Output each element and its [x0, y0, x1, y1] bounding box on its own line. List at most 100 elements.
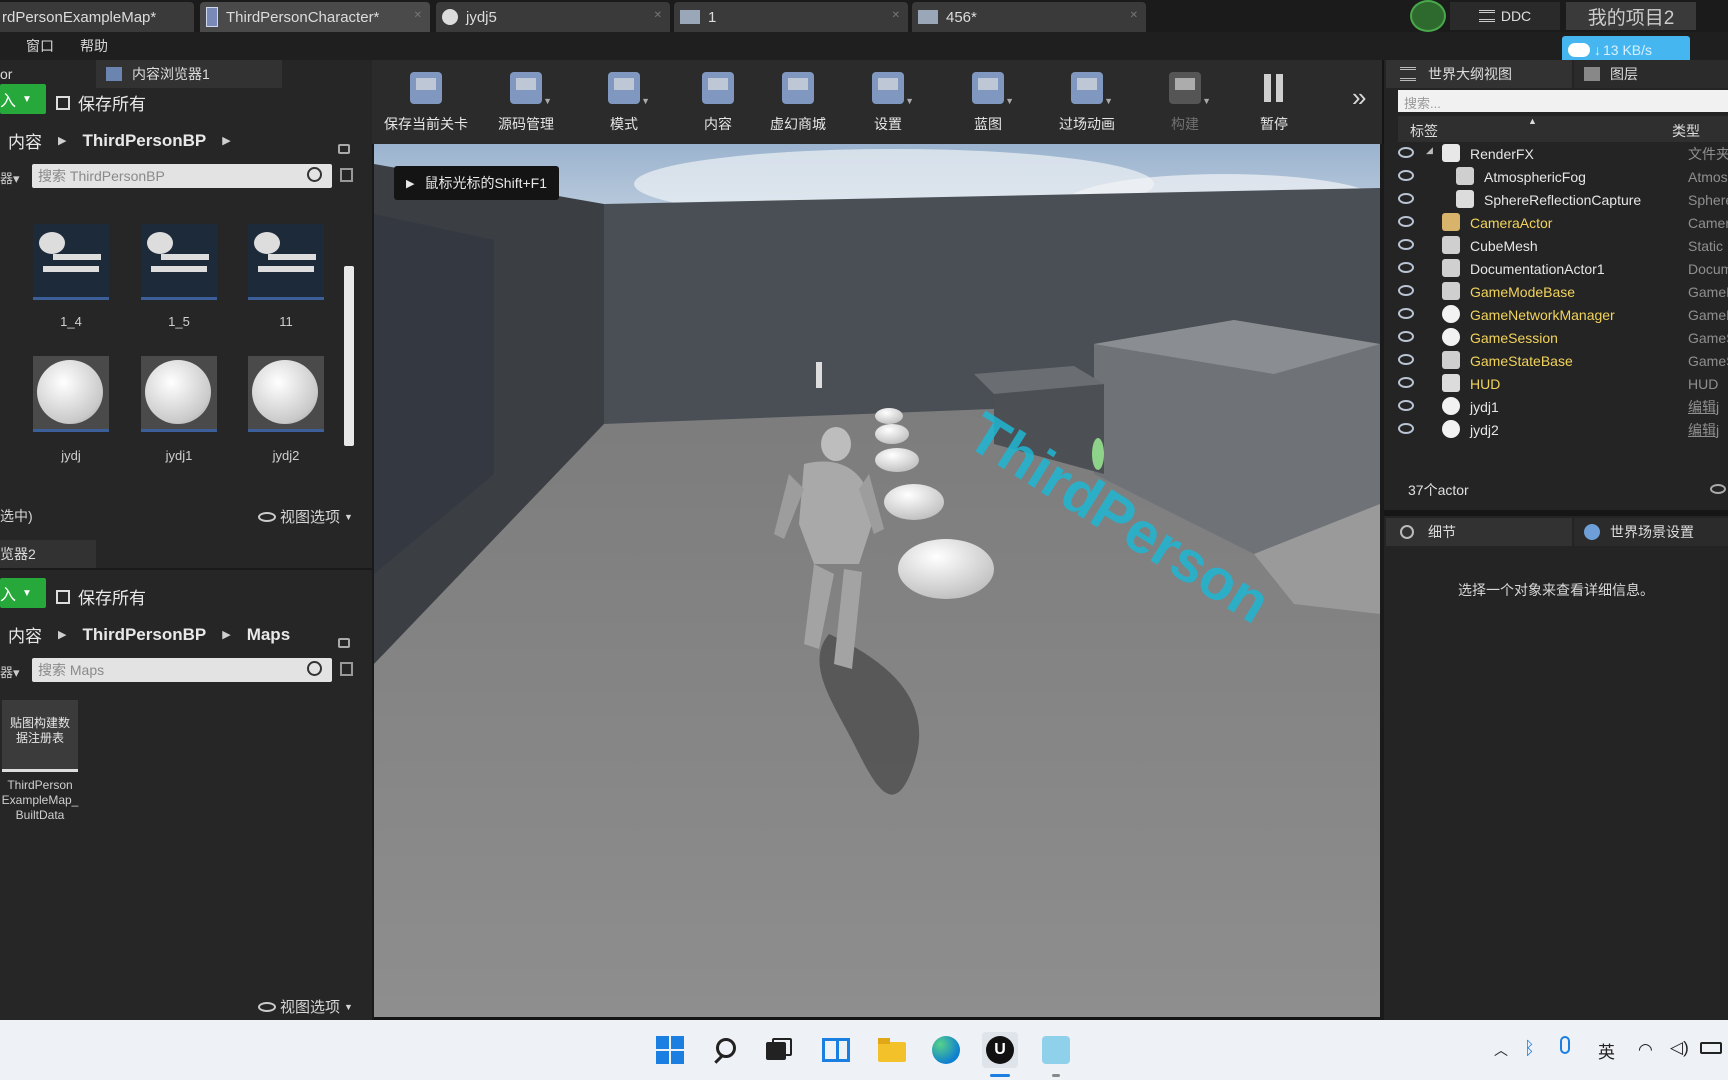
ddc-button[interactable]: DDC — [1450, 2, 1560, 30]
menu-window[interactable]: 窗口 — [26, 36, 54, 56]
scrollbar[interactable] — [344, 266, 354, 446]
search-icon[interactable] — [708, 1032, 744, 1068]
import-button[interactable]: 入 ▼ — [0, 84, 46, 114]
breadcrumb-item[interactable]: ThirdPersonBP — [82, 131, 206, 151]
windows-start-icon[interactable] — [652, 1032, 688, 1068]
menu-help[interactable]: 帮助 — [80, 36, 108, 56]
tab-content-browser-1[interactable]: 内容浏览器1 — [96, 60, 282, 88]
column-label[interactable]: 标签 — [1410, 121, 1438, 141]
chevron-down-icon[interactable]: ▼ — [543, 96, 552, 106]
anime-app-icon[interactable] — [1038, 1032, 1074, 1068]
tab-jydj5[interactable]: jydj5 ✕ — [436, 2, 670, 32]
eye-icon[interactable] — [1398, 377, 1414, 388]
toolbar-modes-button[interactable]: ▼ 模式 — [586, 60, 662, 144]
lock-icon[interactable] — [338, 638, 350, 648]
tab-world-outliner[interactable]: 世界大纲视图 — [1386, 60, 1572, 88]
outliner-row[interactable]: DocumentationActor1 Docum — [1384, 257, 1728, 280]
toolbar-cinematics-button[interactable]: ▼ 过场动画 — [1044, 60, 1130, 144]
battery-icon[interactable] — [1700, 1042, 1722, 1054]
edit-blueprint-link[interactable]: 编辑j — [1688, 397, 1719, 417]
chevron-down-icon[interactable]: ▼ — [1005, 96, 1014, 106]
column-type[interactable]: 类型 — [1672, 121, 1700, 141]
close-icon[interactable]: ✕ — [892, 10, 900, 21]
toolbar-content-button[interactable]: 内容 — [686, 60, 750, 144]
tab-layers[interactable]: 图层 — [1574, 60, 1728, 88]
outliner-row[interactable]: CubeMesh Static — [1384, 234, 1728, 257]
breadcrumb-item[interactable]: 内容 — [8, 128, 42, 153]
task-view-icon[interactable] — [760, 1032, 796, 1068]
toolbar-save-button[interactable]: 保存当前关卡 — [380, 60, 472, 144]
breadcrumb-item[interactable]: 内容 — [8, 622, 42, 647]
search-input[interactable]: 搜索 ThirdPersonBP — [32, 164, 332, 188]
chevron-up-icon[interactable]: ︿ — [1494, 1040, 1508, 1060]
toolbar-blueprint-button[interactable]: ▼ 蓝图 — [956, 60, 1020, 144]
close-icon[interactable]: ✕ — [654, 10, 662, 21]
toolbar-build-button[interactable]: ▼ 构建 — [1152, 60, 1218, 144]
eye-icon[interactable] — [1398, 170, 1414, 181]
shield-icon[interactable] — [1410, 0, 1446, 32]
breadcrumb-item[interactable]: ThirdPersonBP — [82, 625, 206, 645]
eye-icon[interactable] — [1398, 216, 1414, 227]
close-icon[interactable]: ✕ — [1130, 10, 1138, 21]
import-button[interactable]: 入 ▼ — [0, 578, 46, 608]
ime-indicator[interactable]: 英 — [1598, 1038, 1615, 1063]
filter-dropdown[interactable]: 器▾ — [0, 168, 24, 188]
asset-tile[interactable]: jydj2 — [246, 356, 326, 463]
eye-icon[interactable] — [1398, 308, 1414, 319]
close-icon[interactable]: ✕ — [414, 10, 422, 21]
eye-icon[interactable] — [1398, 262, 1414, 273]
outliner-row[interactable]: ◢ RenderFX 文件夹 — [1384, 142, 1728, 165]
view-options-button[interactable]: 视图选项 ▼ — [258, 506, 353, 527]
eye-icon[interactable] — [1398, 354, 1414, 365]
eye-icon[interactable] — [1398, 423, 1414, 434]
chevron-down-icon[interactable]: ▼ — [1202, 96, 1211, 106]
toolbar-settings-button[interactable]: ▼ 设置 — [856, 60, 920, 144]
eye-icon[interactable] — [1710, 484, 1726, 494]
eye-icon[interactable] — [1398, 147, 1414, 158]
asset-tile[interactable]: jydj — [31, 356, 111, 463]
save-all-button[interactable]: 保存所有 — [56, 90, 146, 115]
widgets-icon[interactable] — [818, 1032, 854, 1068]
asset-tile[interactable]: 11 — [246, 224, 326, 329]
toolbar-pause-button[interactable]: 暂停 — [1242, 60, 1306, 144]
tab-thirdperson-character[interactable]: ThirdPersonCharacter* ✕ — [200, 2, 430, 32]
file-explorer-icon[interactable] — [874, 1032, 910, 1068]
save-search-icon[interactable] — [340, 662, 353, 676]
filter-dropdown[interactable]: 器▾ — [0, 662, 24, 682]
toolbar-overflow-chevron-icon[interactable]: » — [1352, 82, 1366, 113]
outliner-row[interactable]: HUD HUD — [1384, 372, 1728, 395]
outliner-row[interactable]: SphereReflectionCapture Sphere — [1384, 188, 1728, 211]
bluetooth-icon[interactable]: ᛒ — [1524, 1038, 1535, 1059]
microphone-icon[interactable] — [1560, 1036, 1570, 1054]
search-icon[interactable] — [307, 167, 322, 182]
search-icon[interactable] — [307, 661, 322, 676]
tab-world-settings[interactable]: 世界场景设置 — [1574, 518, 1728, 546]
save-search-icon[interactable] — [340, 168, 353, 182]
volume-icon[interactable]: ◁) — [1670, 1038, 1689, 1058]
chevron-down-icon[interactable]: ▼ — [1104, 96, 1113, 106]
edge-browser-icon[interactable] — [928, 1032, 964, 1068]
tab-456[interactable]: 456* ✕ — [912, 2, 1146, 32]
expand-arrow-icon[interactable]: ◢ — [1426, 145, 1433, 156]
toolbar-marketplace-button[interactable]: 虚幻商城 — [756, 60, 840, 144]
outliner-row[interactable]: jydj2 编辑j — [1384, 418, 1728, 441]
level-viewport[interactable]: ThirdPerson ▶ 鼠标光标的Shift+F1 — [374, 144, 1380, 1017]
chevron-right-icon[interactable]: ▶ — [222, 134, 230, 147]
outliner-search-input[interactable]: 搜索... — [1398, 90, 1728, 112]
wifi-icon[interactable]: ◠ — [1638, 1040, 1653, 1060]
outliner-row[interactable]: GameNetworkManager GameN — [1384, 303, 1728, 326]
tab-1[interactable]: 1 ✕ — [674, 2, 908, 32]
tab-thirdperson-map[interactable]: rdPersonExampleMap* — [0, 2, 194, 32]
chevron-right-icon[interactable]: ▶ — [58, 628, 66, 641]
eye-icon[interactable] — [1398, 193, 1414, 204]
eye-icon[interactable] — [1398, 285, 1414, 296]
chevron-down-icon[interactable]: ▼ — [641, 96, 650, 106]
tab-details[interactable]: 细节 — [1386, 518, 1572, 546]
breadcrumb-item[interactable]: Maps — [247, 625, 290, 645]
eye-icon[interactable] — [1398, 239, 1414, 250]
search-input[interactable]: 搜索 Maps — [32, 658, 332, 682]
outliner-row[interactable]: GameSession GameS — [1384, 326, 1728, 349]
outliner-row[interactable]: CameraActor Camer — [1384, 211, 1728, 234]
unreal-engine-icon[interactable]: U — [982, 1032, 1018, 1068]
asset-tile[interactable]: 贴图构建数据注册表 ThirdPerson ExampleMap_ BuiltD… — [0, 700, 80, 823]
